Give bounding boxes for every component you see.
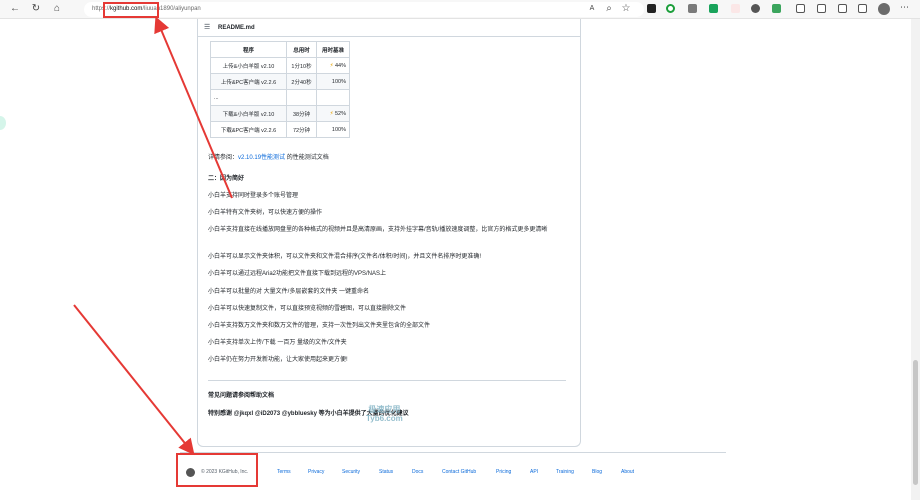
arrow-to-url: [154, 16, 233, 199]
annotation-arrows: [73, 16, 233, 456]
arrow-to-footer: [73, 304, 195, 456]
